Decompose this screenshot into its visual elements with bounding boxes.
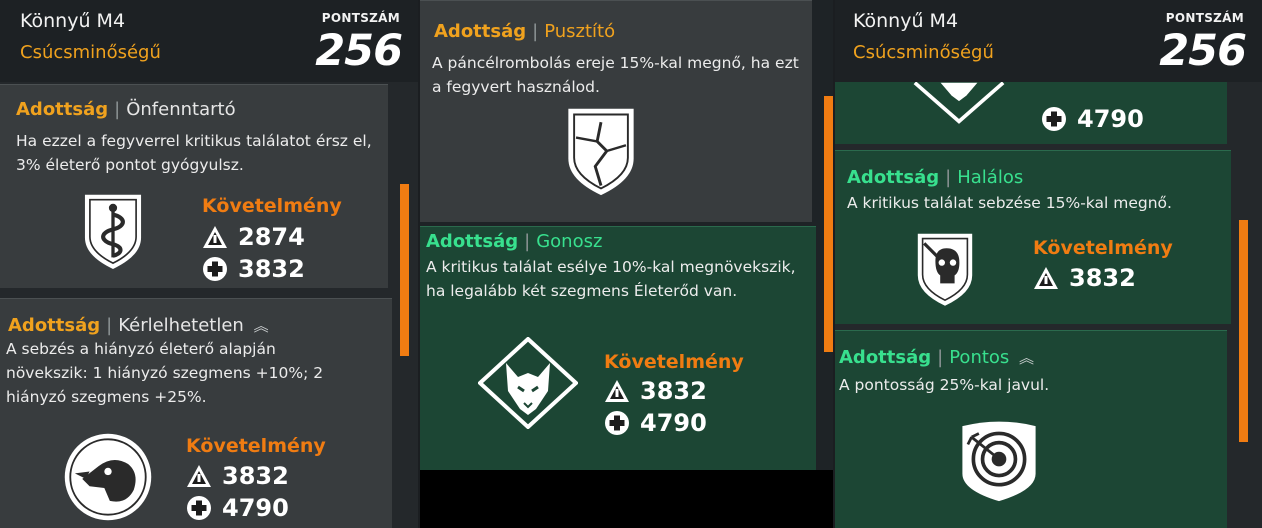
talent-card[interactable]: Adottság | Halálos A kritikus találat sebz… (835, 150, 1231, 324)
firearms-icon (202, 224, 228, 250)
requirement-label: Követelmény (202, 195, 342, 217)
stamina-value: 4790 (222, 494, 289, 522)
firearms-value: 3832 (640, 377, 707, 405)
firearms-icon (186, 463, 212, 489)
talent-keyword: Adottság (16, 99, 109, 120)
crow-icon (64, 433, 152, 521)
talent-description: A sebzés a hiányzó életerő alapján növek… (6, 340, 324, 406)
firearms-requirement: 3832 (604, 377, 707, 405)
scrollbar-thumb[interactable] (400, 184, 409, 356)
stamina-value: 4790 (1077, 105, 1144, 133)
skull-dagger-icon (913, 227, 977, 311)
talent-title: Adottság | Kérlelhetetlen ︽ (8, 315, 269, 336)
firearms-requirement: 3832 (1033, 264, 1136, 292)
stamina-icon (1041, 106, 1067, 132)
weapon-quality: Csúcsminőségű (853, 42, 994, 63)
weapon-name: Könnyű M4 (853, 10, 959, 32)
talent-name: Pontos (949, 347, 1010, 368)
stamina-icon (186, 495, 212, 521)
firearms-icon (1033, 265, 1059, 291)
talent-name: Halálos (957, 167, 1024, 188)
talent-title: Adottság | Önfenntartó (16, 99, 236, 120)
talent-card-partial[interactable]: 4790 (835, 78, 1227, 144)
talent-card[interactable]: Adottság | Kérlelhetetlen ︽ A sebzés a hiá… (0, 298, 392, 528)
talent-title: Adottság | Halálos (847, 167, 1024, 188)
target-arrow-icon (962, 421, 1036, 502)
weapon-panel-left: Könnyű M4 Csúcsminőségű PONTSZÁM 256 Ado… (0, 0, 418, 528)
score-label: PONTSZÁM (321, 11, 400, 25)
requirement-label: Követelmény (186, 435, 326, 457)
panel-header: Könnyű M4 Csúcsminőségű PONTSZÁM 256 (0, 0, 418, 82)
firearms-icon (604, 378, 630, 404)
firearms-requirement: 2874 (202, 223, 305, 251)
talent-description: A kritikus találat sebzése 15%-kal megnő… (847, 194, 1172, 212)
weapon-quality: Csúcsminőségű (20, 42, 161, 63)
weapon-panel-right: 4790 Könnyű M4 Csúcsminőségű PONTSZÁM 25… (835, 0, 1262, 528)
firearms-value: 3832 (222, 462, 289, 490)
firearms-value: 2874 (238, 223, 305, 251)
blank-area (420, 470, 833, 528)
wolf-icon (913, 81, 1005, 124)
wolf-icon (478, 337, 578, 429)
stamina-value: 3832 (238, 255, 305, 283)
requirement-label: Követelmény (604, 351, 744, 373)
firearms-value: 3832 (1069, 264, 1136, 292)
talent-name: Önfenntartó (126, 99, 236, 120)
talent-card[interactable]: Adottság | Pusztító A páncélrombolás ereje… (420, 0, 812, 222)
talent-description: A páncélrombolás ereje 15%-kal megnő, ha… (432, 54, 799, 96)
upgrade-chevron-icon: ︽ (1019, 349, 1035, 367)
stamina-requirement: 4790 (1041, 105, 1144, 133)
talent-keyword: Adottság (8, 315, 101, 336)
panel-header: Könnyű M4 Csúcsminőségű PONTSZÁM 256 (835, 0, 1262, 82)
talent-description: Ha ezzel a fegyverrel kritikus találatot… (16, 132, 372, 174)
talent-description: A pontosság 25%-kal javul. (839, 376, 1050, 394)
upgrade-chevron-icon: ︽ (253, 317, 269, 335)
talent-title: Adottság | Pontos ︽ (839, 347, 1035, 368)
talent-name: Gonosz (536, 231, 603, 252)
score-value: 256 (315, 26, 403, 76)
stamina-requirement: 4790 (186, 494, 289, 522)
score-label: PONTSZÁM (1165, 11, 1244, 25)
firearms-requirement: 3832 (186, 462, 289, 490)
stamina-value: 4790 (640, 409, 707, 437)
serpent-staff-icon (80, 189, 146, 273)
stamina-icon (604, 410, 630, 436)
talent-title: Adottság | Gonosz (426, 231, 603, 252)
weapon-name: Könnyű M4 (20, 10, 126, 32)
stamina-requirement: 4790 (604, 409, 707, 437)
talent-card[interactable]: Adottság | Gonosz A kritikus találat esély… (420, 226, 816, 470)
cracked-shield-icon (562, 103, 640, 199)
talent-card[interactable]: Adottság | Pontos ︽ A pontosság 25%-kal ja… (835, 330, 1227, 528)
talent-title: Adottság | Pusztító (434, 21, 616, 42)
weapon-panel-middle: Adottság | Pusztító A páncélrombolás ereje… (420, 0, 833, 528)
scrollbar-thumb[interactable] (1239, 220, 1248, 442)
talent-name: Kérlelhetetlen (118, 315, 244, 336)
talent-keyword: Adottság (839, 347, 932, 368)
talent-keyword: Adottság (426, 231, 519, 252)
talent-card[interactable]: Adottság | Önfenntartó Ha ezzel a fegyverr… (0, 84, 388, 288)
talent-description: A kritikus találat esélye 10%-kal megnöv… (426, 258, 796, 300)
scrollbar-thumb[interactable] (824, 96, 833, 352)
talent-name: Pusztító (544, 21, 616, 42)
stamina-requirement: 3832 (202, 255, 305, 283)
requirement-label: Követelmény (1033, 237, 1173, 259)
talent-keyword: Adottság (434, 21, 527, 42)
score-value: 256 (1159, 26, 1247, 76)
talent-keyword: Adottság (847, 167, 940, 188)
stamina-icon (202, 256, 228, 282)
